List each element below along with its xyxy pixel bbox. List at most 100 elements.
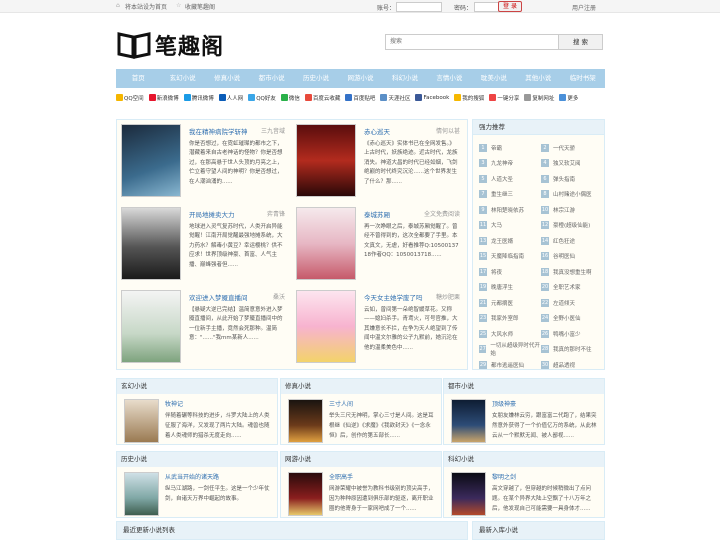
recommend-item[interactable]: 3 九龙神帝	[479, 156, 541, 172]
share-wechat[interactable]: 微信	[280, 94, 300, 102]
share-qzone[interactable]: QQ空间	[116, 94, 144, 102]
book-title[interactable]: 今天女主她学废了吗	[364, 292, 423, 302]
nav-yanqing[interactable]: 言情小说	[427, 69, 471, 88]
bookmark-link[interactable]: 收藏笔趣阁	[185, 2, 215, 11]
recommend-item[interactable]: 6 弹头指南	[541, 171, 603, 187]
register-link[interactable]: 用户注册	[572, 3, 596, 12]
recommend-title[interactable]: 大风水师	[491, 330, 513, 338]
book-cover[interactable]	[296, 207, 356, 280]
recommend-title[interactable]: 天魔降临指南	[491, 252, 524, 260]
share-sohu[interactable]: 我的搜狐	[454, 94, 484, 102]
share-qq[interactable]: QQ好友	[248, 94, 276, 102]
category-title[interactable]: 历史小说	[117, 452, 277, 467]
recommend-title[interactable]: 红色狂途	[553, 237, 575, 245]
category-title[interactable]: 网游小说	[281, 452, 441, 467]
nav-bookshelf[interactable]: 临时书架	[561, 69, 605, 88]
recommend-item[interactable]: 30 超品透视	[541, 357, 603, 373]
share-more[interactable]: 更多	[559, 94, 578, 102]
recommend-item[interactable]: 10 林宗江游	[541, 202, 603, 218]
recommend-title[interactable]: 龙王医婿	[491, 237, 513, 245]
featured-book[interactable]: 赤心巡天 情何以甚 《赤心巡天》实体书已在全网发售。》上古时代，妖族绝迹。近古时…	[292, 120, 462, 197]
search-input[interactable]	[386, 35, 560, 49]
book-title[interactable]: 泰城苏厢	[364, 209, 390, 219]
set-home-link[interactable]: 将本站设为首页	[125, 2, 167, 11]
recommend-title[interactable]: 山村赌途小偶医	[553, 190, 592, 198]
recommend-item[interactable]: 9 林阳楚晓依苏	[479, 202, 541, 218]
share-copy-url[interactable]: 复制网址	[524, 94, 554, 102]
recommend-title[interactable]: 全职艺术家	[553, 283, 581, 291]
recommend-title[interactable]: 九龙神帝	[491, 159, 513, 167]
recommend-item[interactable]: 29 都市逃遥医仙	[479, 357, 541, 373]
share-tianya[interactable]: 天涯社区	[380, 94, 410, 102]
book-cover[interactable]	[296, 290, 356, 363]
book-title[interactable]: 开局地摊卖大力	[189, 209, 235, 219]
category-title[interactable]: 修真小说	[281, 379, 441, 394]
nav-danmei[interactable]: 耽美小说	[472, 69, 516, 88]
recommend-item[interactable]: 12 豪橙(超级仙能)	[541, 218, 603, 234]
nav-dushi[interactable]: 都市小说	[249, 69, 293, 88]
recommend-title[interactable]: 鸭嘴小富少	[553, 330, 581, 338]
recommend-item[interactable]: 28 我真的那时不往	[541, 342, 603, 358]
category-title[interactable]: 科幻小说	[444, 452, 604, 467]
recommend-title[interactable]: 大马	[491, 221, 502, 229]
book-title[interactable]: 黎明之剑	[492, 472, 516, 481]
book-cover[interactable]	[288, 472, 323, 516]
recommend-title[interactable]: 一切从超级异时代开始	[490, 341, 541, 357]
book-title[interactable]: 全职高手	[329, 472, 353, 481]
nav-home[interactable]: 首页	[116, 69, 160, 88]
nav-lishi[interactable]: 历史小说	[294, 69, 338, 88]
recommend-title[interactable]: 我家外室郎	[491, 314, 519, 322]
share-one-click[interactable]: 一键分享	[489, 94, 519, 102]
nav-kehuan[interactable]: 科幻小说	[383, 69, 427, 88]
featured-book[interactable]: 欢迎进入梦魇直播间 桑沃 【悬疑大逆已完结】温简意意外进入梦魇直播间，从此开始了…	[117, 286, 287, 363]
recommend-title[interactable]: 谷明医仙	[553, 252, 575, 260]
book-cover[interactable]	[451, 399, 486, 443]
recommend-item[interactable]: 17 将夜	[479, 264, 541, 280]
recommend-title[interactable]: 我真没想重生啊	[553, 268, 592, 276]
recommend-title[interactable]: 独又软艾阅	[553, 159, 581, 167]
book-title[interactable]: 从武当开始的诸天路	[165, 472, 219, 481]
recommend-title[interactable]: 林阳楚晓依苏	[491, 206, 524, 214]
site-logo[interactable]: 笔趣阁	[117, 29, 224, 61]
share-renren[interactable]: 人人网	[218, 94, 243, 102]
category-title[interactable]: 玄幻小说	[117, 379, 277, 394]
book-title[interactable]: 顶级神豪	[492, 399, 516, 408]
recommend-item[interactable]: 5 人道大圣	[479, 171, 541, 187]
recommend-title[interactable]: 将夜	[491, 268, 502, 276]
book-title[interactable]: 赤心巡天	[364, 126, 390, 136]
recommend-title[interactable]: 我真的那时不往	[553, 345, 592, 353]
recommend-item[interactable]: 20 全职艺术家	[541, 280, 603, 296]
recommend-item[interactable]: 24 全野小医仙	[541, 311, 603, 327]
book-cover[interactable]	[121, 124, 181, 197]
recommend-title[interactable]: 超品透视	[553, 361, 575, 369]
recommend-title[interactable]: 帝霸	[491, 144, 502, 152]
recommend-item[interactable]: 21 元都摘医	[479, 295, 541, 311]
recommend-item[interactable]: 8 山村赌途小偶医	[541, 187, 603, 203]
nav-wangyou[interactable]: 网游小说	[338, 69, 382, 88]
share-baidu-cloud[interactable]: 百度云收藏	[304, 94, 340, 102]
recommend-title[interactable]: 重生继三	[491, 190, 513, 198]
recommend-item[interactable]: 18 我真没想重生啊	[541, 264, 603, 280]
recommend-title[interactable]: 晚唐浮生	[491, 283, 513, 291]
search-button[interactable]: 搜 索	[558, 35, 602, 49]
nav-xuanhuan[interactable]: 玄幻小说	[160, 69, 204, 88]
share-facebook[interactable]: Facebook	[415, 94, 449, 101]
featured-book[interactable]: 今天女主她学废了吗 糖炒肥栗 云如，曾间第一朵绝智媛草花。又称——媳妇杀手。青鸢…	[292, 286, 462, 363]
book-title[interactable]: 三寸人间	[329, 399, 353, 408]
recommend-item[interactable]: 26 鸭嘴小富少	[541, 326, 603, 342]
category-title[interactable]: 都市小说	[444, 379, 604, 394]
recommend-item[interactable]: 16 谷明医仙	[541, 249, 603, 265]
account-input[interactable]	[396, 2, 442, 12]
book-title[interactable]: 我在精神病院学斩神	[189, 126, 248, 136]
nav-qita[interactable]: 其他小说	[516, 69, 560, 88]
book-cover[interactable]	[124, 472, 159, 516]
book-cover[interactable]	[296, 124, 356, 197]
recommend-item[interactable]: 13 龙王医婿	[479, 233, 541, 249]
book-cover[interactable]	[121, 290, 181, 363]
recommend-title[interactable]: 人道大圣	[491, 175, 513, 183]
book-cover[interactable]	[124, 399, 159, 443]
book-title[interactable]: 欢迎进入梦魇直播间	[189, 292, 248, 302]
login-button[interactable]: 登 录	[498, 1, 522, 12]
recommend-title[interactable]: 左道倾天	[553, 299, 575, 307]
book-cover[interactable]	[288, 399, 323, 443]
